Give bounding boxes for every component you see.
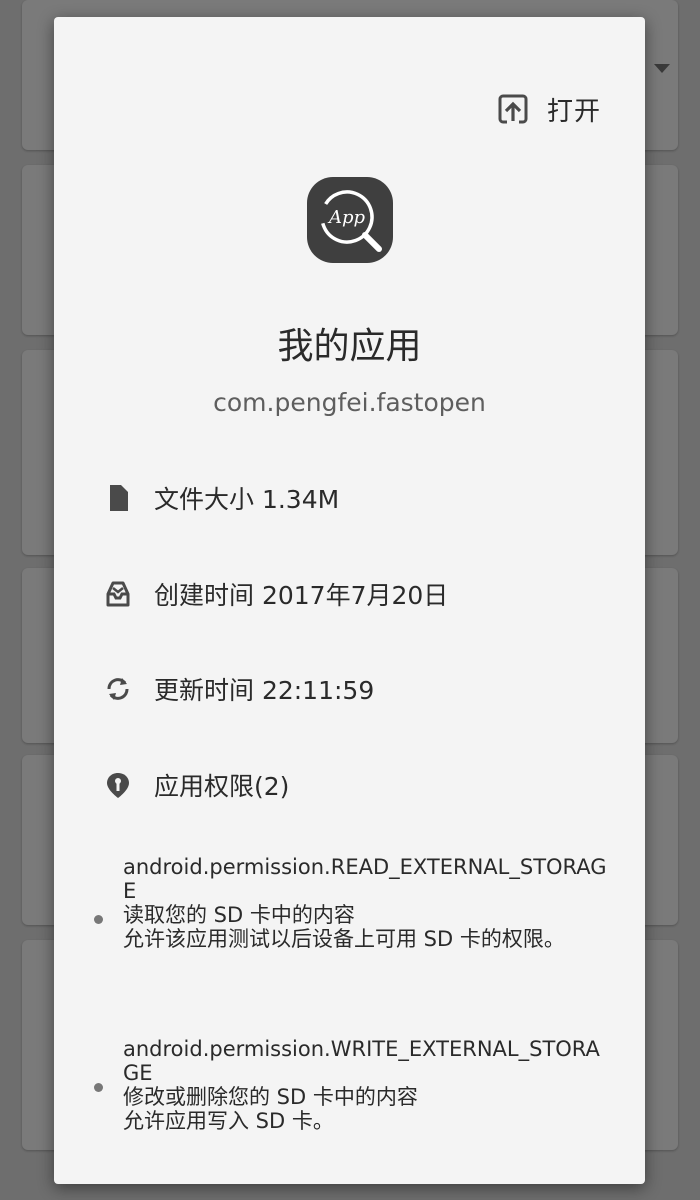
created-time-text: 创建时间 2017年7月20日 xyxy=(154,581,449,610)
bullet-icon xyxy=(94,1083,103,1092)
open-in-icon xyxy=(498,94,528,125)
updated-time-row: 更新时间 22:11:59 xyxy=(104,669,374,709)
created-time-row: 创建时间 2017年7月20日 xyxy=(104,574,448,614)
app-icon-text: App xyxy=(327,207,366,228)
permission-name: android.permission.WRITE_EXTERNAL_STORAG… xyxy=(123,1037,600,1085)
permission-description: 允许该应用测试以后设备上可用 SD 卡的权限。 xyxy=(123,927,565,951)
permissions-text: 应用权限(2) xyxy=(154,772,290,801)
file-size-text: 文件大小 1.34M xyxy=(154,485,340,514)
permission-title: 读取您的 SD 卡中的内容 xyxy=(123,903,355,927)
permission-title: 修改或删除您的 SD 卡中的内容 xyxy=(123,1085,418,1109)
open-button-label: 打开 xyxy=(546,96,601,127)
permission-name: android.permission.READ_EXTERNAL_STORAGE xyxy=(123,855,607,903)
permission-pin-icon xyxy=(107,773,129,798)
open-button[interactable]: 打开 xyxy=(497,89,601,129)
app-info-dialog: 打开 App 我的应用 com.pengfei.fastopen 文件大小 1.… xyxy=(54,17,645,1184)
dropdown-arrow-icon xyxy=(654,64,670,73)
bullet-icon xyxy=(94,915,103,924)
file-size-row: 文件大小 1.34M xyxy=(104,478,339,518)
package-name: com.pengfei.fastopen xyxy=(213,388,486,417)
updated-time-text: 更新时间 22:11:59 xyxy=(154,676,375,705)
app-name: 我的应用 xyxy=(277,326,422,367)
app-search-icon: App xyxy=(307,177,393,263)
file-icon xyxy=(110,485,128,511)
sync-icon xyxy=(107,678,129,700)
permission-description: 允许应用写入 SD 卡。 xyxy=(123,1109,334,1133)
permissions-row: 应用权限(2) xyxy=(104,765,289,805)
inbox-icon xyxy=(106,581,130,607)
